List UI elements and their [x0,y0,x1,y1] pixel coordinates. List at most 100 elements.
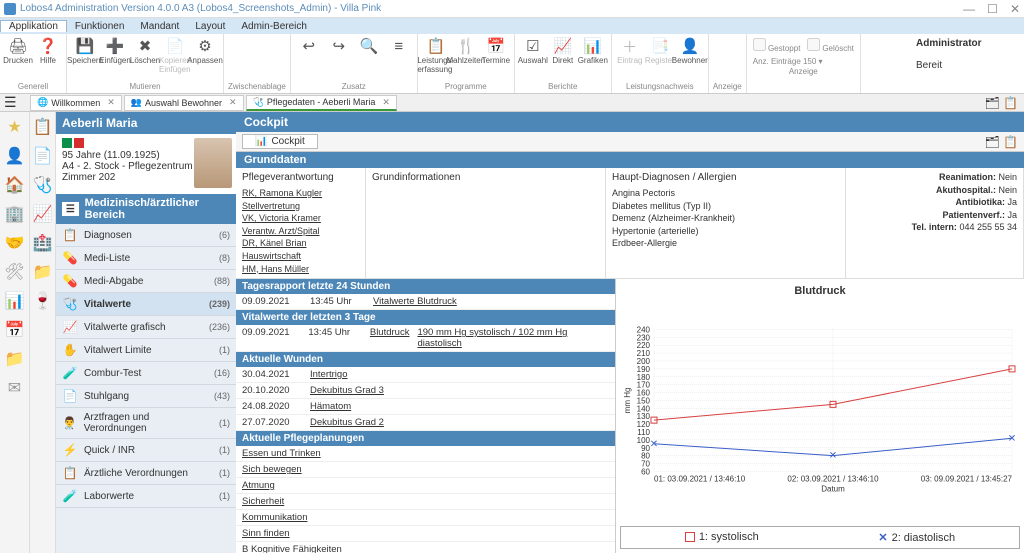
menu-funktionen[interactable]: Funktionen [67,21,132,32]
report-row[interactable]: 09.09.202113:45 UhrBlutdruck190 mm Hg sy… [236,325,615,352]
close-icon[interactable]: ✕ [107,97,115,108]
doc-tab[interactable]: 👥Auswahl Bewohner✕ [124,95,244,111]
ribbon-btn-Eintrag[interactable]: ＋Eintrag [616,36,644,81]
nav-item[interactable]: ⚡Quick / INR(1) [56,439,236,462]
ribbon-btn-Anpassen[interactable]: ⚙Anpassen [191,36,219,81]
report-row[interactable]: 24.08.2020Hämatom [236,399,615,415]
menu-mandant[interactable]: Mandant [132,21,187,32]
svg-text:140: 140 [637,404,651,413]
hamburger-icon[interactable]: ☰ [4,94,17,111]
ribbon-btn-Mahlzeiten[interactable]: 🍴Mahlzeiten [452,36,480,81]
ribbon-btn-Auswahl[interactable]: ☑Auswahl [519,36,547,81]
rail2-icon[interactable]: 🏥 [30,230,56,256]
ribbon-btn-Einfügen[interactable]: ➕Einfügen [101,36,129,81]
nav-item[interactable]: 📋Diagnosen(6) [56,224,236,247]
patient-info: 95 Jahre (11.09.1925) A4 - 2. Stock - Pf… [56,134,236,194]
ribbon-btn-Drucken[interactable]: 🖨Drucken [4,36,32,81]
grund-col-diagnosen: Haupt-Diagnosen / AllergienAngina Pector… [606,168,846,278]
doc-tab[interactable]: 🌐Willkommen✕ [30,95,122,111]
report-row[interactable]: 09.09.202113:45 UhrVitalwerte Blutdruck [236,294,615,310]
svg-text:80: 80 [641,452,650,461]
rail-icon[interactable]: ✉ [2,375,28,401]
nav-item[interactable]: 📈Vitalwerte grafisch(236) [56,316,236,339]
nav-item[interactable]: 🧪Laborwerte(1) [56,485,236,508]
ribbon-btn-Register[interactable]: 📑Register [646,36,674,81]
section-header: Vitalwerte der letzten 3 Tage [236,310,615,325]
svg-text:230: 230 [637,333,651,342]
nav-item[interactable]: 💊Medi-Abgabe(88) [56,270,236,293]
rail2-icon[interactable]: 📈 [30,201,56,227]
ribbon-btn-icon[interactable]: ↪ [325,36,353,81]
report-row[interactable]: 20.10.2020Dekubitus Grad 3 [236,383,615,399]
menu-admin[interactable]: Admin-Bereich [233,21,315,32]
plan-item[interactable]: B Kognitive Fähigkeiten [236,542,615,553]
ribbon-btn-Grafiken[interactable]: 📊Grafiken [579,36,607,81]
svg-text:Datum: Datum [821,485,845,494]
rail2-icon[interactable]: 🍷 [30,288,56,314]
nav-item[interactable]: 📋Ärztliche Verordnungen(1) [56,462,236,485]
ribbon-btn-Bewohner[interactable]: 👤Bewohner [676,36,704,81]
close-icon[interactable]: ✕ [382,97,390,108]
cockpit-tabbar: 📊 Cockpit 🗂 📋 [236,132,1024,152]
nav-item[interactable]: 📄Stuhlgang(43) [56,385,236,408]
maximize-button[interactable]: ☐ [987,2,998,16]
nav-item[interactable]: 🩺Vitalwerte(239) [56,293,236,316]
document-tabs: ☰ 🌐Willkommen✕👥Auswahl Bewohner✕🩺Pfleged… [0,94,1024,112]
menu-applikation[interactable]: Applikation [0,20,67,32]
plan-item[interactable]: Kommunikation [236,510,615,526]
ribbon-btn-Direkt[interactable]: 📈Direkt [549,36,577,81]
rail-icon[interactable]: 📊 [2,288,28,314]
nav-item[interactable]: 🧪Combur-Test(16) [56,362,236,385]
status-swatch-green [62,138,72,148]
rail-icon[interactable]: 🤝 [2,230,28,256]
plan-item[interactable]: Atmung [236,478,615,494]
close-button[interactable]: ✕ [1010,2,1020,16]
plan-item[interactable]: Sicherheit [236,494,615,510]
svg-text:160: 160 [637,389,651,398]
ribbon-btn-icon[interactable]: 🔍 [355,36,383,81]
minimize-button[interactable]: ― [963,2,975,16]
svg-text:210: 210 [637,349,651,358]
close-icon[interactable]: ✕ [229,97,237,108]
doc-tab[interactable]: 🩺Pflegedaten - Aeberli Maria✕ [246,95,397,111]
rail2-icon[interactable]: 📄 [30,143,56,169]
plan-item[interactable]: Sinn finden [236,526,615,542]
ribbon-btn-icon[interactable]: ≡ [385,36,413,81]
menu-layout[interactable]: Layout [187,21,233,32]
grunddaten-header: Grunddaten [236,152,1024,168]
section-header: Aktuelle Pflegeplanungen [236,431,615,446]
ribbon-btn-icon[interactable]: ↩ [295,36,323,81]
rail-icon[interactable]: 🏢 [2,201,28,227]
svg-text:180: 180 [637,373,651,382]
rail-icon[interactable]: 📁 [2,346,28,372]
star-icon[interactable]: ★ [2,114,28,140]
nav-item[interactable]: 👨‍⚕️Arztfragen und Verordnungen(1) [56,408,236,439]
svg-text:200: 200 [637,357,651,366]
report-row[interactable]: 30.04.2021Intertrigo [236,367,615,383]
plan-item[interactable]: Essen und Trinken [236,446,615,462]
rail-icon[interactable]: 🏠 [2,172,28,198]
second-icon-rail: 📋 📄 🩺 📈 🏥 📁 🍷 [30,112,56,553]
ribbon-btn-Löschen[interactable]: ✖Löschen [131,36,159,81]
rail-icon[interactable]: 🛠 [2,259,28,285]
ribbon-btn-Termine[interactable]: 📅Termine [482,36,510,81]
nav-hamburger-icon[interactable]: ☰ [62,202,79,216]
tabs-right-icons[interactable]: 🗂 📋 [984,96,1024,110]
chart: 6070809010011012013014015016017018019020… [620,299,1020,524]
cockpit-right-icons[interactable]: 🗂 📋 [984,135,1018,149]
ribbon-btn-Kopieren Einfügen[interactable]: 📄Kopieren Einfügen [161,36,189,81]
rail2-icon[interactable]: 📋 [30,114,56,140]
ribbon-btn-Speichern[interactable]: 💾Speichern [71,36,99,81]
ribbon-btn-Hilfe[interactable]: ❓Hilfe [34,36,62,81]
nav-item[interactable]: 💊Medi-Liste(8) [56,247,236,270]
rail-icon[interactable]: 👤 [2,143,28,169]
rail2-icon[interactable]: 📁 [30,259,56,285]
cockpit-tab[interactable]: 📊 Cockpit [242,134,318,149]
rail2-icon[interactable]: 🩺 [30,172,56,198]
rail-icon[interactable]: 📅 [2,317,28,343]
nav-item[interactable]: ✋Vitalwert Limite(1) [56,339,236,362]
ready-status: Bereit [916,60,942,71]
report-row[interactable]: 27.07.2020Dekubitus Grad 2 [236,415,615,431]
plan-item[interactable]: Sich bewegen [236,462,615,478]
svg-text:220: 220 [637,341,651,350]
